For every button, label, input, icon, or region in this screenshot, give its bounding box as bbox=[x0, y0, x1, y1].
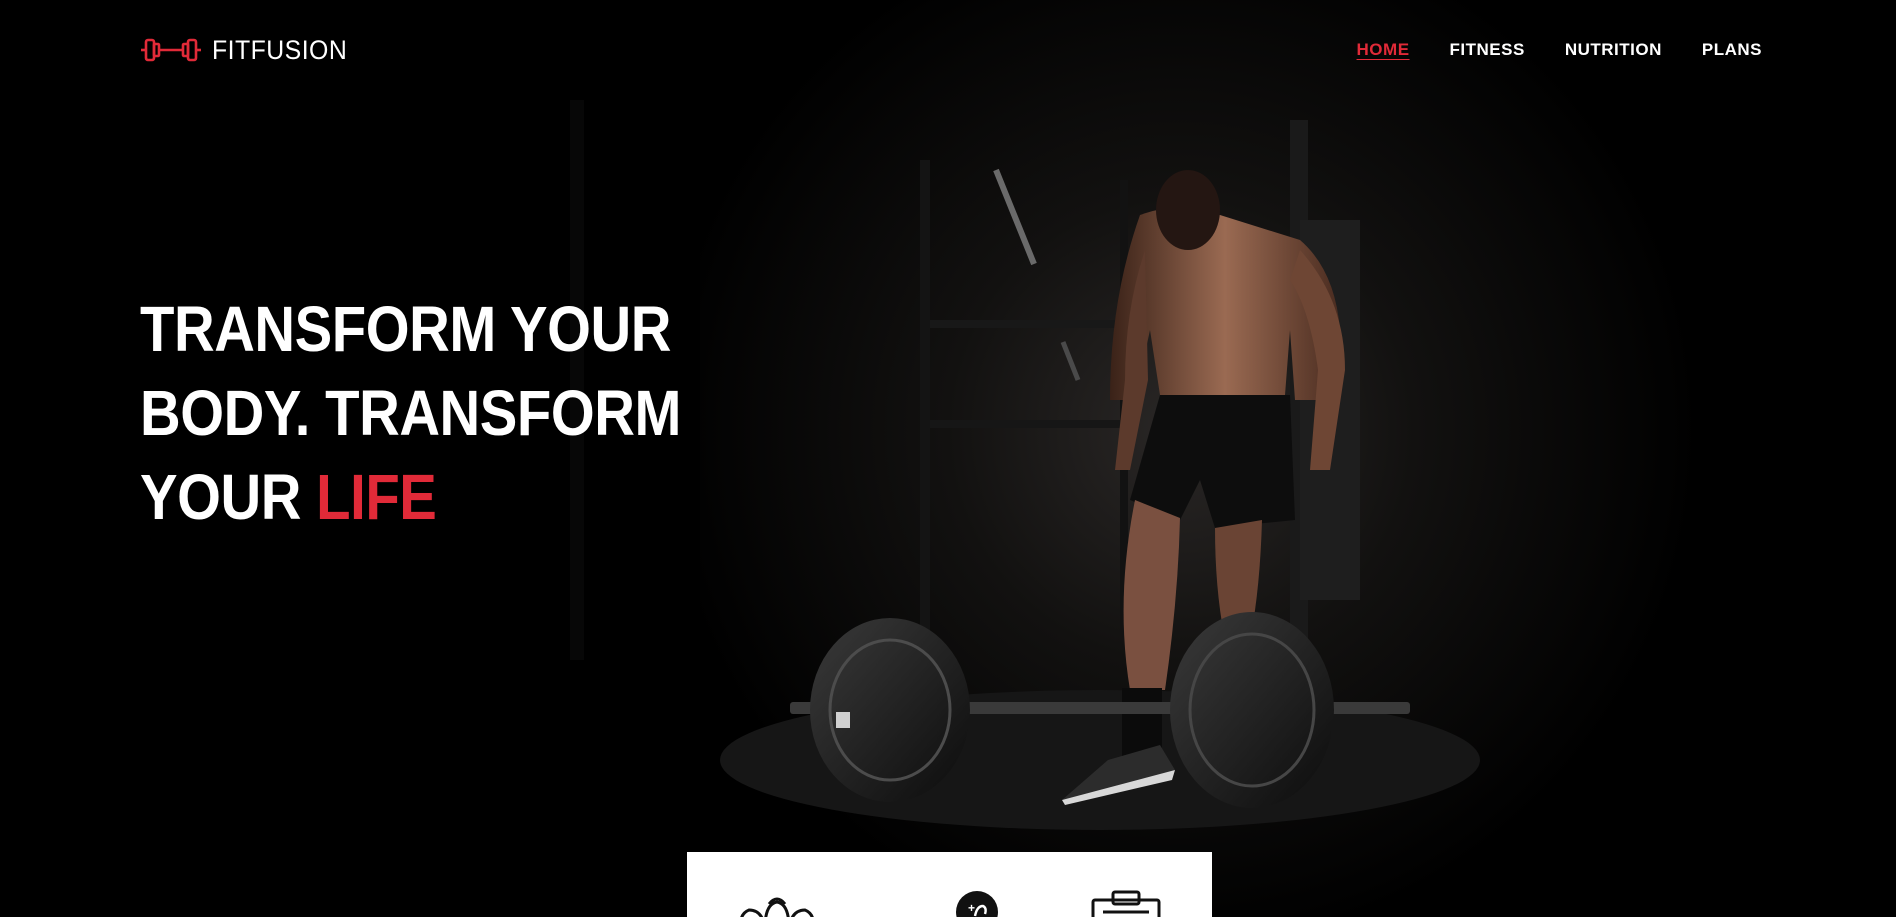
hero-headline-accent: LIFE bbox=[316, 461, 437, 533]
hero-headline-line-2: BODY. TRANSFORM bbox=[140, 377, 681, 449]
hero-section: FITFUSION HOME FITNESS NUTRITION PLANS T… bbox=[0, 0, 1896, 917]
hero-headline-line-3-prefix: YOUR bbox=[140, 461, 317, 533]
nav-item-nutrition[interactable]: NUTRITION bbox=[1565, 40, 1662, 60]
hero-headline: TRANSFORM YOUR BODY. TRANSFORM YOUR LIFE bbox=[140, 287, 686, 539]
nav-item-plans[interactable]: PLANS bbox=[1702, 40, 1762, 60]
main-menu: HOME FITNESS NUTRITION PLANS bbox=[1357, 40, 1762, 60]
top-navigation: FITFUSION HOME FITNESS NUTRITION PLANS bbox=[0, 0, 1896, 100]
brand[interactable]: FITFUSION bbox=[140, 35, 359, 66]
trainer-icon bbox=[735, 890, 819, 917]
nav-item-fitness[interactable]: FITNESS bbox=[1450, 40, 1525, 60]
svg-text:+: + bbox=[968, 901, 975, 915]
hero-headline-line-1: TRANSFORM YOUR bbox=[140, 293, 671, 365]
nav-item-home[interactable]: HOME bbox=[1357, 40, 1410, 60]
features-card: + bbox=[687, 852, 1212, 917]
muscle-badge-icon: + bbox=[955, 890, 999, 917]
dumbbell-icon bbox=[141, 38, 201, 62]
clipboard-icon bbox=[1089, 890, 1163, 917]
brand-name: FITFUSION bbox=[212, 34, 348, 65]
